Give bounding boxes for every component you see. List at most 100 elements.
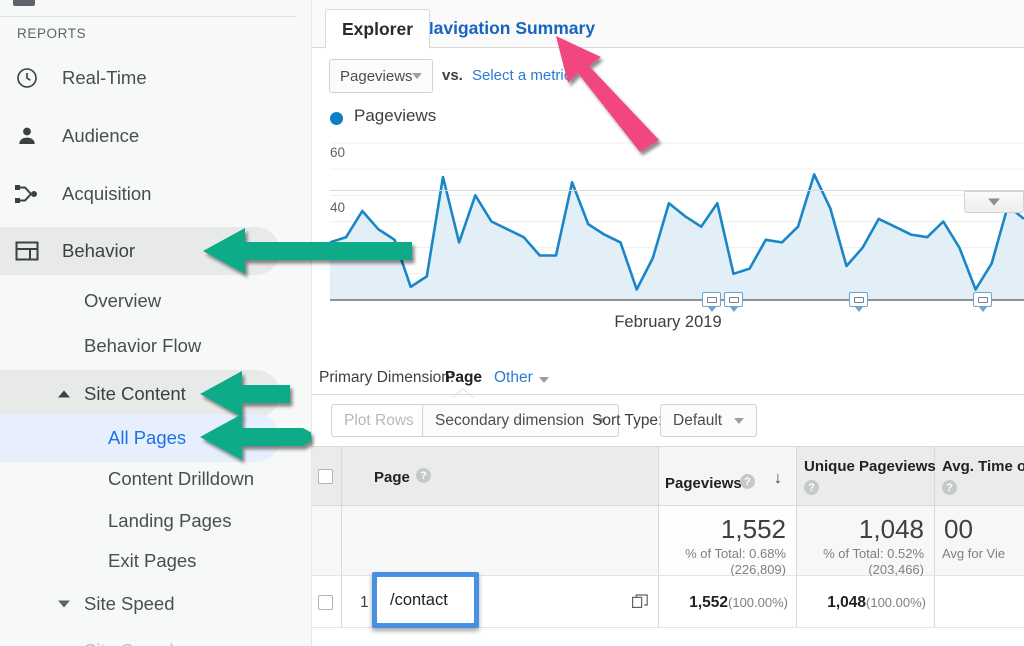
row-unique-pageviews: 1,048(100.00%) bbox=[796, 594, 926, 612]
clock-icon bbox=[14, 65, 40, 91]
sidebar-divider bbox=[0, 16, 296, 17]
sidebar-item-content-drilldown[interactable]: Content Drilldown bbox=[0, 455, 280, 503]
sidebar-item-label: Audience bbox=[62, 125, 140, 146]
secondary-dimension-select[interactable]: Secondary dimension bbox=[422, 404, 620, 437]
legend-label: Pageviews bbox=[354, 106, 437, 125]
sidebar-section-label: REPORTS bbox=[17, 26, 87, 41]
column-header-pageviews[interactable]: Pageviews bbox=[665, 475, 742, 492]
primary-metric-select[interactable]: Pageviews bbox=[329, 59, 433, 93]
share-icon bbox=[14, 181, 40, 207]
summary-unique-pageviews-pct: % of Total: 0.52% bbox=[823, 546, 924, 561]
sidebar-item-label: Site Speed bbox=[84, 593, 175, 614]
tab-navigation-summary[interactable]: Navigation Summary bbox=[405, 8, 611, 48]
partial-top-icon bbox=[13, 0, 35, 6]
sidebar-item-exit-pages[interactable]: Exit Pages bbox=[0, 537, 280, 585]
row-pageviews: 1,552(100.00%) bbox=[658, 594, 788, 612]
other-label: Other bbox=[494, 369, 533, 386]
sort-type-select[interactable]: Default bbox=[660, 404, 758, 437]
sidebar-item-label: Exit Pages bbox=[108, 550, 197, 571]
chart-annotation-marker[interactable] bbox=[702, 292, 721, 312]
chart-footer bbox=[330, 190, 1024, 214]
secondary-dimension-label: Secondary dimension bbox=[435, 411, 585, 429]
select-all-checkbox[interactable] bbox=[318, 469, 333, 484]
row-unique-pageviews-pct: (100.00%) bbox=[866, 595, 926, 610]
chart-svg bbox=[329, 142, 1024, 301]
tab-explorer[interactable]: Explorer bbox=[325, 9, 430, 49]
chevron-down-icon bbox=[412, 73, 422, 79]
sidebar-item-overview[interactable]: Overview bbox=[0, 277, 280, 325]
table-row[interactable]: 1 1,552(100.00%) 1,048(100.00%) /contact bbox=[312, 572, 1024, 628]
layout-icon bbox=[14, 238, 40, 264]
sidebar-item-behavior-flow[interactable]: Behavior Flow bbox=[0, 322, 280, 370]
primary-metric-value: Pageviews bbox=[340, 67, 413, 85]
table-summary-row: 1,552 % of Total: 0.68% (226,809) 1,048 … bbox=[312, 506, 1024, 577]
chart-annotation-marker[interactable] bbox=[724, 292, 743, 312]
select-a-metric-link[interactable]: Select a metric bbox=[472, 67, 571, 84]
sidebar-item-behavior[interactable]: Behavior bbox=[0, 227, 280, 275]
pages-table: Page ? Pageviews ? ↓ Unique Pageviews ? … bbox=[312, 446, 1024, 628]
column-header-avg-time-on-page[interactable]: Avg. Time on bbox=[942, 458, 1024, 475]
page-highlight-box[interactable]: /contact bbox=[372, 572, 479, 628]
row-unique-pageviews-value: 1,048 bbox=[827, 594, 867, 611]
sort-direction-icon[interactable]: ↓ bbox=[774, 470, 782, 488]
sidebar-item-label: Content Drilldown bbox=[108, 468, 255, 489]
sidebar-item-label: Overview bbox=[84, 290, 162, 311]
row-pageviews-pct: (100.00%) bbox=[728, 595, 788, 610]
help-icon[interactable]: ? bbox=[804, 480, 819, 495]
sidebar-item-real-time[interactable]: Real-Time bbox=[0, 54, 280, 102]
sidebar-item-site-search[interactable]: Site Search bbox=[0, 627, 280, 646]
primary-dimension-value[interactable]: Page bbox=[445, 369, 482, 387]
table-controls: Plot Rows Secondary dimension Sort Type:… bbox=[312, 394, 1024, 446]
chart-x-axis-label: February 2019 bbox=[614, 313, 722, 331]
person-icon bbox=[14, 123, 40, 149]
primary-dimension-bar: Primary Dimension: Page Other bbox=[312, 365, 1024, 399]
summary-unique-pageviews-value: 1,048 bbox=[858, 514, 924, 544]
help-icon[interactable]: ? bbox=[942, 480, 957, 495]
sidebar-item-label: Site Content bbox=[84, 383, 186, 404]
sidebar-item-site-content[interactable]: Site Content bbox=[0, 370, 280, 418]
row-pageviews-value: 1,552 bbox=[689, 594, 729, 611]
summary-pageviews-pct: % of Total: 0.68% bbox=[685, 546, 786, 561]
caret-up-icon bbox=[58, 390, 70, 398]
sidebar-item-label: Real-Time bbox=[62, 67, 147, 88]
primary-dimension-other-link[interactable]: Other bbox=[494, 369, 549, 387]
column-header-page[interactable]: Page bbox=[374, 469, 410, 486]
summary-avg-time-label: Avg for Vie bbox=[942, 546, 1006, 561]
sort-type-value: Default bbox=[673, 411, 723, 429]
chart-annotation-marker[interactable] bbox=[849, 292, 868, 312]
primary-dimension-label: Primary Dimension: bbox=[319, 369, 455, 386]
chevron-down-icon bbox=[988, 198, 1000, 206]
row-page-value: /contact bbox=[390, 590, 448, 609]
chart-annotation-marker[interactable] bbox=[973, 292, 992, 312]
column-header-unique-pageviews[interactable]: Unique Pageviews bbox=[804, 458, 936, 475]
sidebar-item-label: Behavior bbox=[62, 240, 136, 261]
row-checkbox[interactable] bbox=[318, 595, 333, 610]
help-icon[interactable]: ? bbox=[416, 468, 431, 483]
sidebar-item-audience[interactable]: Audience bbox=[0, 112, 280, 160]
metric-selector-bar: Pageviews vs. Select a metric bbox=[312, 48, 1024, 100]
sidebar: REPORTS Real-Time Audience Acquisition B… bbox=[0, 0, 312, 646]
caret-down-icon bbox=[58, 600, 70, 608]
sidebar-item-label: Behavior Flow bbox=[84, 335, 202, 356]
row-index: 1 bbox=[360, 594, 369, 611]
sidebar-item-acquisition[interactable]: Acquisition bbox=[0, 170, 280, 218]
open-in-new-icon[interactable] bbox=[632, 594, 648, 609]
sidebar-item-site-speed[interactable]: Site Speed bbox=[0, 580, 280, 628]
vs-label: vs. bbox=[442, 67, 463, 84]
main-content: Explorer Navigation Summary Pageviews vs… bbox=[312, 0, 1024, 646]
pageviews-chart[interactable]: 60 40 20 February 2019 bbox=[312, 133, 1024, 331]
tab-bar: Explorer Navigation Summary bbox=[312, 0, 1024, 49]
chevron-down-icon bbox=[538, 377, 549, 383]
sidebar-item-label: Site Search bbox=[84, 640, 180, 646]
chart-options-dropdown[interactable] bbox=[964, 191, 1024, 213]
chevron-down-icon bbox=[734, 417, 745, 424]
sort-type-label: Sort Type: bbox=[592, 412, 663, 429]
chart-legend: Pageviews bbox=[312, 103, 1024, 133]
sidebar-item-label: Acquisition bbox=[62, 183, 152, 204]
summary-pageviews-value: 1,552 bbox=[720, 514, 786, 544]
sidebar-item-label: Landing Pages bbox=[108, 510, 232, 531]
analytics-screen: REPORTS Real-Time Audience Acquisition B… bbox=[0, 0, 1024, 646]
summary-avg-time-value: 00 bbox=[944, 514, 973, 544]
help-icon[interactable]: ? bbox=[740, 474, 755, 489]
plot-rows-button[interactable]: Plot Rows bbox=[331, 404, 427, 437]
